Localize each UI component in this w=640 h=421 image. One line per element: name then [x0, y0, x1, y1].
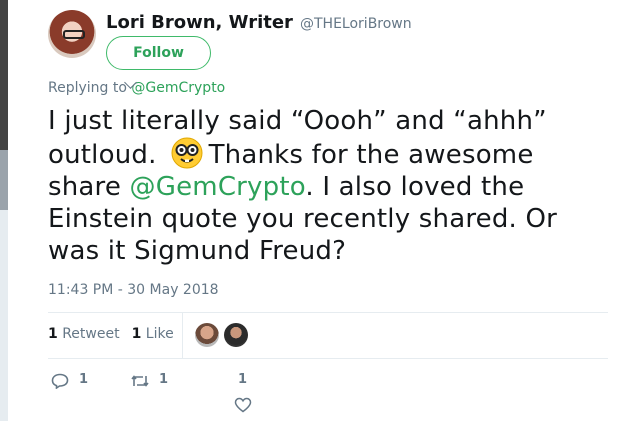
reply-icon[interactable] — [51, 373, 69, 393]
replying-prefix: Replying to — [48, 80, 127, 96]
like-count: 1 — [131, 326, 142, 342]
left-edge-dark — [0, 0, 8, 150]
reply-count: 1 — [79, 372, 89, 387]
left-edge-mid — [0, 150, 8, 210]
replying-mention-link[interactable]: @GemCrypto — [131, 80, 225, 96]
left-edge-strip — [0, 0, 8, 421]
divider-bottom — [48, 358, 608, 359]
retweet-label: Retweet — [62, 326, 120, 342]
liker-avatar[interactable] — [195, 323, 219, 347]
likes-stat[interactable]: 1 Like — [132, 326, 174, 342]
retweets-stat[interactable]: 1 Retweet — [48, 326, 120, 342]
avatar-glasses — [63, 30, 85, 39]
engagement-stats: 1 Retweet 1 Like — [48, 326, 174, 342]
divider-top — [48, 312, 608, 313]
tweet-text: I just literally said “Oooh” and “ahhh” … — [48, 105, 608, 267]
like-label: Like — [145, 326, 174, 342]
retweet-action-count: 1 — [159, 372, 169, 387]
author-avatar[interactable] — [48, 10, 96, 58]
heart-icon[interactable] — [234, 397, 252, 417]
author-name[interactable]: Lori Brown, Writer — [106, 12, 293, 33]
nerd-face-icon — [171, 137, 203, 169]
follow-button[interactable]: Follow — [106, 36, 211, 70]
author-handle[interactable]: @THELoriBrown — [300, 16, 412, 32]
tweet-mention-link[interactable]: @GemCrypto — [130, 172, 306, 202]
like-action-count: 1 — [238, 372, 248, 387]
stats-separator — [182, 312, 183, 358]
liker-avatar[interactable] — [224, 323, 248, 347]
tweet-timestamp[interactable]: 11:43 PM - 30 May 2018 — [48, 282, 219, 298]
retweet-count: 1 — [48, 326, 58, 342]
retweet-icon[interactable] — [130, 373, 150, 393]
